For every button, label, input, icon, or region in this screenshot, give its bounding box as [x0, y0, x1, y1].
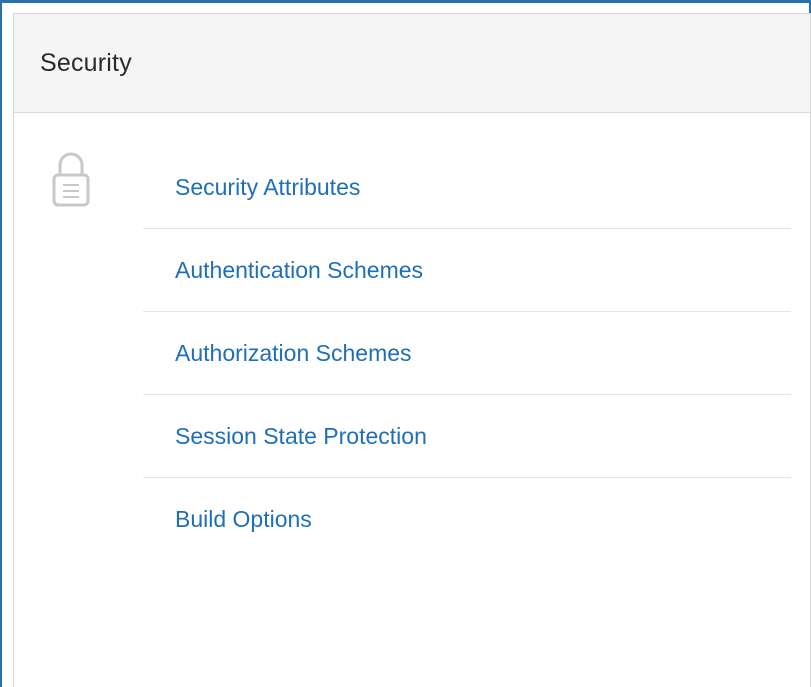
panel-title: Security: [40, 48, 132, 77]
security-panel: Security Security Attributes Authenticat…: [13, 13, 811, 687]
list-item-authentication-schemes: Authentication Schemes: [143, 229, 791, 312]
security-attributes-link[interactable]: Security Attributes: [175, 175, 360, 199]
authentication-schemes-link[interactable]: Authentication Schemes: [175, 258, 423, 282]
security-link-list: Security Attributes Authentication Schem…: [143, 146, 791, 561]
session-state-protection-link[interactable]: Session State Protection: [175, 424, 427, 448]
list-item-build-options: Build Options: [143, 478, 791, 561]
lock-icon: [52, 152, 90, 207]
list-item-session-state-protection: Session State Protection: [143, 395, 791, 478]
list-item-authorization-schemes: Authorization Schemes: [143, 312, 791, 395]
authorization-schemes-link[interactable]: Authorization Schemes: [175, 341, 412, 365]
list-item-security-attributes: Security Attributes: [143, 146, 791, 229]
build-options-link[interactable]: Build Options: [175, 508, 312, 531]
panel-header: Security: [14, 14, 810, 113]
page: Security Security Attributes Authenticat…: [0, 0, 811, 687]
